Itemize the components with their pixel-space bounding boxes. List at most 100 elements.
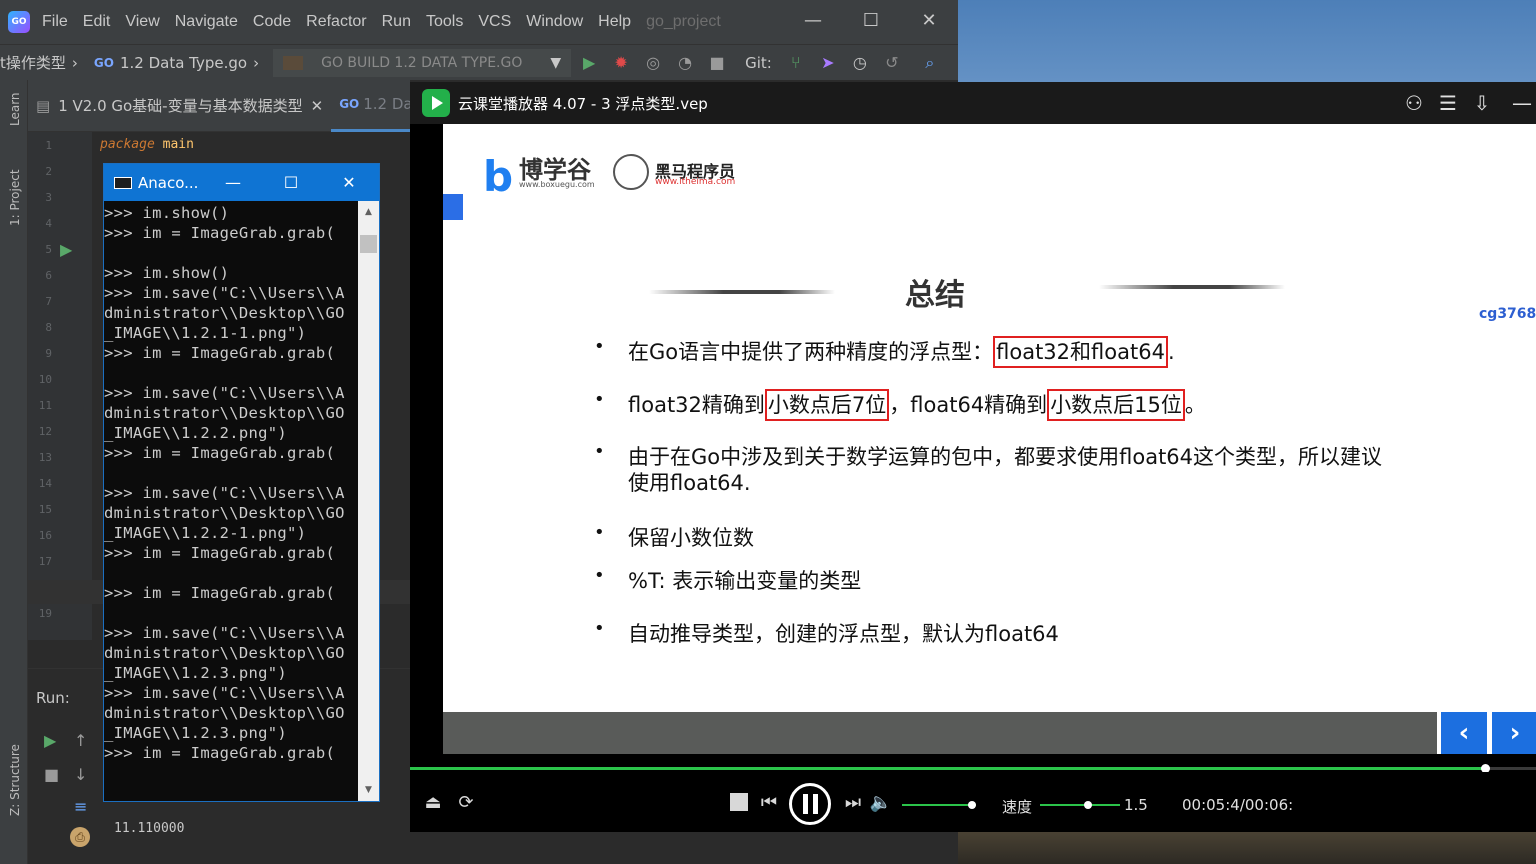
code-line-1: package main xyxy=(100,137,194,152)
build-config-icon xyxy=(283,55,304,70)
menu-window[interactable]: Window xyxy=(526,13,583,31)
scroll-up-arrow-icon[interactable]: ▲ xyxy=(358,203,379,221)
navigation-bar: t操作类型 › GO 1.2 Data Type.go › GO BUILD 1… xyxy=(0,44,958,80)
console-maximize-icon[interactable]: ☐ xyxy=(262,164,320,201)
console-close-icon[interactable]: ✕ xyxy=(320,164,378,201)
project-tool-tab[interactable]: 1: Project xyxy=(8,169,22,226)
go-file-icon: GO xyxy=(93,55,114,70)
loop-icon[interactable]: ⟳ xyxy=(454,790,478,814)
scroll-down-arrow-icon[interactable]: ▼ xyxy=(358,781,379,799)
learn-tool-tab[interactable]: Learn xyxy=(8,92,22,126)
git-rollback-icon[interactable]: ↺ xyxy=(878,49,906,77)
close-icon[interactable]: ✕ xyxy=(900,0,958,40)
playlist-icon[interactable]: ☰ xyxy=(1434,89,1462,117)
soft-wrap-icon[interactable]: ≡ xyxy=(74,797,87,816)
next-slide-icon[interactable]: › xyxy=(1492,712,1536,754)
pause-icon xyxy=(812,794,818,814)
tab-label: 1 V2.0 Go基础-变量与基本数据类型 xyxy=(58,97,303,115)
heading-decoration-left xyxy=(649,290,835,294)
menu-navigate[interactable]: Navigate xyxy=(175,13,238,31)
document-icon: ▤ xyxy=(36,96,51,115)
console-line: >>> im.show() xyxy=(104,204,230,222)
volume-handle[interactable] xyxy=(968,801,977,809)
partner-url: www.itheima.com xyxy=(655,177,736,187)
line-number: 10 xyxy=(38,373,52,386)
menu-edit[interactable]: Edit xyxy=(83,13,111,31)
speed-slider[interactable] xyxy=(1040,801,1120,809)
go-file-icon: GO xyxy=(339,97,360,111)
print-icon[interactable]: ⎙ xyxy=(70,827,90,847)
run-gutter-icon[interactable]: ▶ xyxy=(60,240,72,259)
stop-run-icon[interactable]: ■ xyxy=(44,765,59,784)
tab-markdown-notes[interactable]: ▤ 1 V2.0 Go基础-变量与基本数据类型 ✕ xyxy=(28,80,331,132)
volume-icon[interactable]: 🔈 xyxy=(870,790,892,814)
menu-view[interactable]: View xyxy=(125,13,159,31)
console-scrollbar[interactable]: ▲ ▼ xyxy=(358,201,379,801)
menu-code[interactable]: Code xyxy=(253,13,291,31)
console-line: >>> im.save("C:\\Users\\A xyxy=(104,684,345,702)
speed-handle[interactable] xyxy=(1084,801,1092,809)
close-tab-icon[interactable]: ✕ xyxy=(311,97,324,115)
run-config-label: GO BUILD 1.2 DATA TYPE.GO xyxy=(321,54,523,71)
line-number-gutter: 1 2 3 4 5 6 7 8 9 10 11 12 13 14 15 16 1… xyxy=(28,132,92,640)
breadcrumb-folder[interactable]: t操作类型 xyxy=(0,52,66,73)
run-configuration-dropdown[interactable]: GO BUILD 1.2 DATA TYPE.GO ▼ xyxy=(273,48,572,77)
stop-icon[interactable]: ■ xyxy=(703,49,731,77)
player-controls: ⏏ ⟳ ⏮ ⏭ 🔈 速度 1.5 00:05:4/00:06: xyxy=(410,772,1536,832)
progress-fill xyxy=(410,767,1486,770)
console-line: _IMAGE\\1.2.1-1.png") xyxy=(104,324,307,342)
console-line: _IMAGE\\1.2.2.png") xyxy=(104,424,288,442)
pause-icon xyxy=(802,794,808,814)
playback-progress-bar[interactable] xyxy=(410,764,1536,773)
maximize-icon[interactable]: ☐ xyxy=(842,0,900,40)
previous-slide-icon[interactable]: ‹ xyxy=(1441,712,1487,754)
minimize-icon[interactable]: — xyxy=(784,0,842,40)
volume-slider[interactable] xyxy=(902,801,977,809)
line-number: 11 xyxy=(38,399,52,412)
console-title: Anaco... xyxy=(138,173,199,192)
tab-data-type-go[interactable]: GO 1.2 Da xyxy=(331,80,421,132)
console-line: >>> im = ImageGrab.grab( xyxy=(104,584,336,602)
scroll-down-icon[interactable]: ↓ xyxy=(74,765,87,784)
menu-run[interactable]: Run xyxy=(382,13,411,31)
download-icon[interactable]: ⇩ xyxy=(1468,89,1496,117)
eject-icon[interactable]: ⏏ xyxy=(422,790,444,814)
previous-track-icon[interactable]: ⏮ xyxy=(758,790,780,814)
run-panel-title: Run: xyxy=(36,689,70,707)
breadcrumb-file[interactable]: 1.2 Data Type.go xyxy=(120,54,247,72)
menu-help[interactable]: Help xyxy=(598,13,631,31)
coverage-icon[interactable]: ◎ xyxy=(639,49,667,77)
pause-button[interactable] xyxy=(789,783,831,825)
profile-icon[interactable]: ◔ xyxy=(671,49,699,77)
menu-vcs[interactable]: VCS xyxy=(478,13,511,31)
speed-label: 速度 xyxy=(1002,798,1033,816)
player-minimize-icon[interactable]: — xyxy=(1508,89,1536,117)
console-line: >>> im.save("C:\\Users\\A xyxy=(104,484,345,502)
search-icon[interactable]: ⌕ xyxy=(916,49,944,77)
console-line: _IMAGE\\1.2.3.png") xyxy=(104,724,288,742)
menu-refactor[interactable]: Refactor xyxy=(306,13,366,31)
debug-icon[interactable]: ✹ xyxy=(607,49,635,77)
menu-bar: GO File Edit View Navigate Code Refactor… xyxy=(0,0,958,44)
stop-playback-icon[interactable] xyxy=(730,793,748,811)
rerun-icon[interactable]: ▶ xyxy=(44,731,56,750)
menu-file[interactable]: File xyxy=(42,13,68,31)
git-history-icon[interactable]: ◷ xyxy=(846,49,874,77)
user-icon[interactable]: ⚇ xyxy=(1400,89,1428,117)
anaconda-prompt-window: Anaco... — ☐ ✕ >>> im.show() >>> im = Im… xyxy=(103,163,380,802)
playback-time: 00:05:4/00:06: xyxy=(1182,796,1294,814)
console-output[interactable]: >>> im.show() >>> im = ImageGrab.grab( >… xyxy=(104,201,356,801)
console-minimize-icon[interactable]: — xyxy=(204,164,262,201)
scrollbar-thumb[interactable] xyxy=(360,235,377,253)
git-push-icon[interactable]: ➤ xyxy=(814,49,842,77)
scroll-up-icon[interactable]: ↑ xyxy=(74,731,87,750)
next-track-icon[interactable]: ⏭ xyxy=(842,790,864,814)
user-watermark: cg37688 xyxy=(1479,306,1536,322)
highlight-box: 小数点后15位 xyxy=(1047,389,1185,421)
structure-tool-tab[interactable]: Z: Structure xyxy=(8,744,22,816)
menu-tools[interactable]: Tools xyxy=(426,13,463,31)
run-icon[interactable]: ▶ xyxy=(575,49,603,77)
git-branch-icon[interactable]: ⑂ xyxy=(782,49,810,77)
